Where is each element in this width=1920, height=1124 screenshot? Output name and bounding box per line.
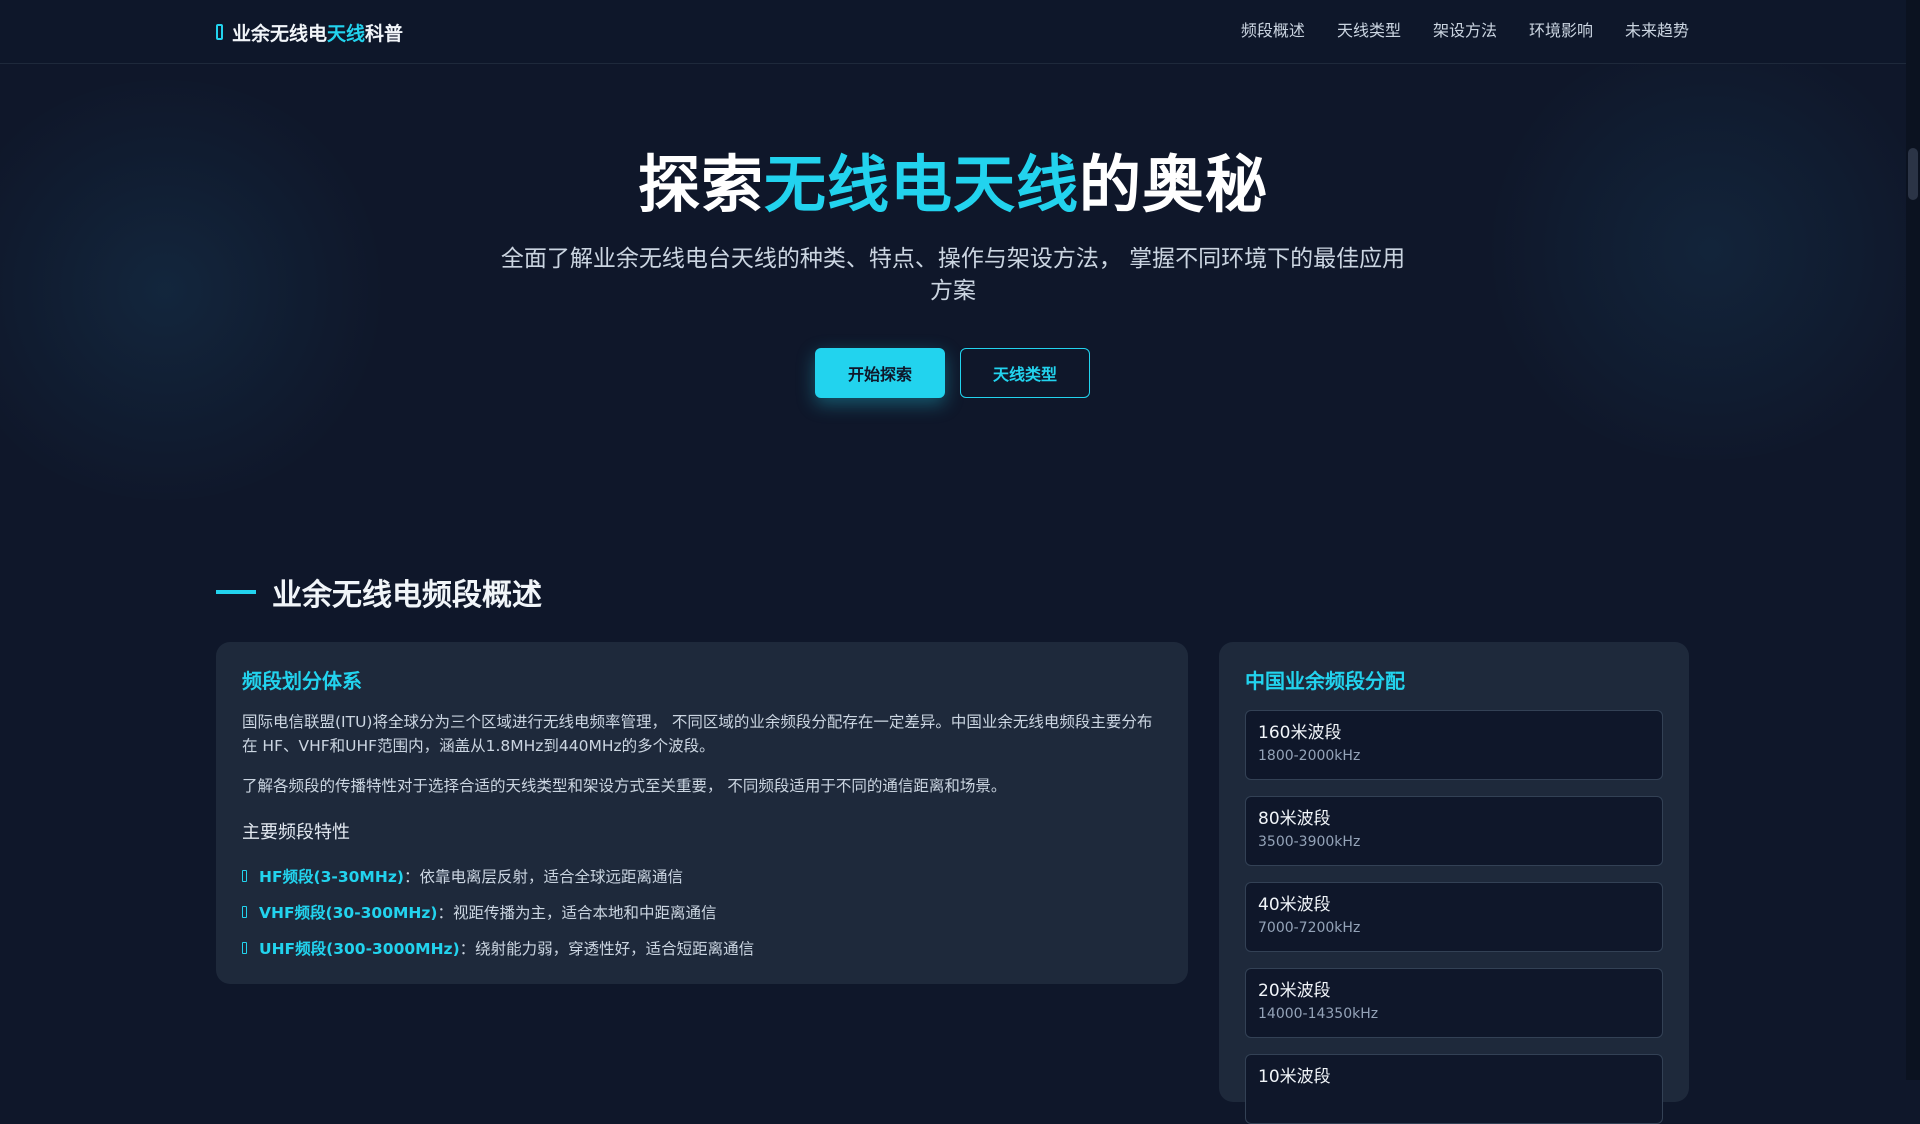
logo-suffix: 科普 (365, 22, 404, 45)
radio-icon (242, 870, 247, 882)
band-item[interactable]: 10米波段 (1245, 1054, 1663, 1124)
nav-links: 频段概述 天线类型 架设方法 环境影响 未来趋势 (1241, 18, 1689, 44)
hero-title-prefix: 探索 (637, 148, 764, 221)
band-name: 80米波段 (1258, 809, 1331, 829)
start-explore-button[interactable]: 开始探索 (815, 348, 945, 398)
nav-link-antenna-types[interactable]: 天线类型 (1337, 18, 1401, 44)
site-logo[interactable]: 业余无线电 天线 科普 (216, 18, 403, 46)
antenna-icon (216, 24, 223, 40)
hero-subtitle: 全面了解业余无线电台天线的种类、特点、操作与架设方法， 掌握不同环境下的最佳应用… (500, 246, 1406, 304)
band-name: 160米波段 (1258, 723, 1342, 743)
hero-title: 探索无线电天线的奥秘 (0, 140, 1906, 230)
logo-accent: 天线 (327, 22, 366, 45)
band-system-heading: 频段划分体系 (242, 669, 362, 693)
feature-item-hf: HF频段(3-30MHz) ：依靠电离层反射，适合全球远距离通信 (242, 858, 1162, 894)
band-item[interactable]: 20米波段 14000-14350kHz (1245, 968, 1663, 1038)
band-name: 40米波段 (1258, 895, 1331, 915)
band-range: 1800-2000kHz (1258, 748, 1361, 764)
nav-link-future-trends[interactable]: 未来趋势 (1625, 18, 1689, 44)
feature-item-uhf: UHF频段(300-3000MHz) ：绕射能力弱，穿透性好，适合短距离通信 (242, 930, 1162, 966)
section-title: 业余无线电频段概述 (272, 578, 542, 613)
hero-title-suffix: 的奥秘 (1079, 148, 1269, 221)
top-navbar: 业余无线电 天线 科普 频段概述 天线类型 架设方法 环境影响 未来趋势 (0, 0, 1906, 64)
band-item[interactable]: 80米波段 3500-3900kHz (1245, 796, 1663, 866)
china-band-allocation-card: 中国业余频段分配 160米波段 1800-2000kHz 80米波段 3500-… (1219, 642, 1689, 1124)
page-scrollbar[interactable] (1906, 0, 1920, 1080)
feature-desc: ：视距传播为主，适合本地和中距离通信 (437, 904, 717, 922)
scrollbar-thumb[interactable] (1908, 148, 1918, 200)
background-glow-right (1480, 40, 1920, 460)
features-heading: 主要频段特性 (242, 822, 350, 843)
feature-desc: ：依靠电离层反射，适合全球远距离通信 (403, 868, 683, 886)
band-allocation-heading: 中国业余频段分配 (1245, 669, 1405, 693)
logo-prefix: 业余无线电 (232, 22, 328, 45)
band-name: 10米波段 (1258, 1067, 1331, 1087)
feature-key: HF频段(3-30MHz) (259, 868, 404, 886)
feature-key: UHF频段(300-3000MHz) (259, 940, 460, 958)
nav-link-environment[interactable]: 环境影响 (1529, 18, 1593, 44)
radio-icon (242, 942, 247, 954)
band-item[interactable]: 40米波段 7000-7200kHz (1245, 882, 1663, 952)
band-item[interactable]: 160米波段 1800-2000kHz (1245, 710, 1663, 780)
band-system-card: 频段划分体系 国际电信联盟(ITU)将全球分为三个区域进行无线电频率管理， 不同… (216, 642, 1188, 984)
antenna-types-button[interactable]: 天线类型 (960, 348, 1090, 398)
nav-link-band-overview[interactable]: 频段概述 (1241, 18, 1305, 44)
section-header: 业余无线电频段概述 (216, 570, 542, 614)
feature-key: VHF频段(30-300MHz) (259, 904, 438, 922)
band-system-paragraph-1: 国际电信联盟(ITU)将全球分为三个区域进行无线电频率管理， 不同区域的业余频段… (242, 713, 1153, 755)
band-system-paragraph-2: 了解各频段的传播特性对于选择合适的天线类型和架设方式至关重要， 不同频段适用于不… (242, 777, 1007, 795)
band-range: 7000-7200kHz (1258, 920, 1361, 936)
band-range: 14000-14350kHz (1258, 1006, 1379, 1022)
hero-title-accent: 无线电天线 (763, 148, 1079, 221)
section-title-bar (216, 590, 256, 594)
band-range: 3500-3900kHz (1258, 834, 1361, 850)
band-name: 20米波段 (1258, 981, 1331, 1001)
feature-item-vhf: VHF频段(30-300MHz) ：视距传播为主，适合本地和中距离通信 (242, 894, 1162, 930)
radio-icon (242, 906, 247, 918)
feature-desc: ：绕射能力弱，穿透性好，适合短距离通信 (459, 940, 755, 958)
nav-link-setup-methods[interactable]: 架设方法 (1433, 18, 1497, 44)
